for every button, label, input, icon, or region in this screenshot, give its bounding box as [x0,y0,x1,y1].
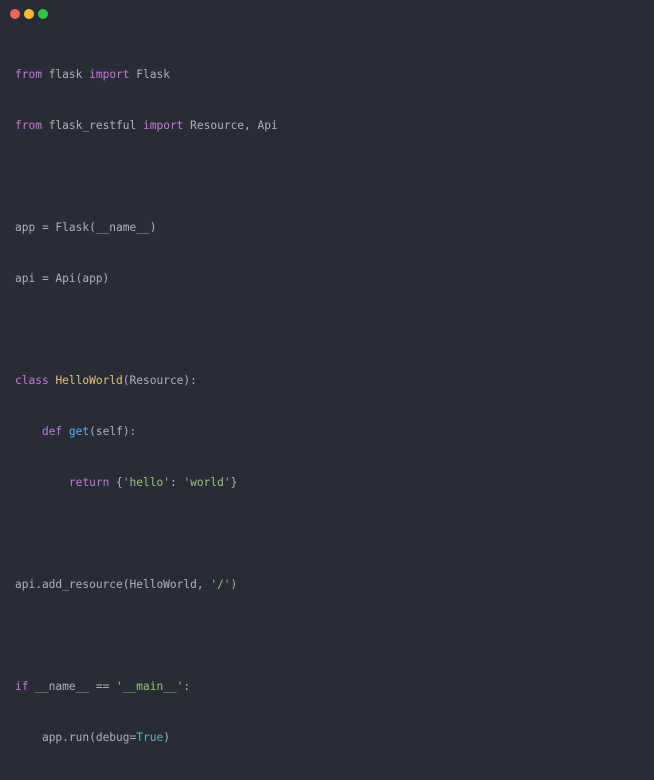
code-text: ) [230,578,238,591]
code-text: api = Api(app) [15,272,110,285]
keyword: return [68,476,110,489]
code-line: def get(self): [15,423,278,448]
code-text: ) [163,731,170,744]
code-line: app.run(debug=True) [15,729,278,754]
code-text: { [109,476,123,489]
keyword: import [143,119,184,132]
code-text: } [230,476,238,489]
code-window: from flask import Flask from flask_restf… [0,0,654,744]
code-text: api.add_resource(HelloWorld, [15,578,211,591]
code-text: : [183,680,191,693]
keyword: from [15,68,42,81]
string-literal: 'world' [183,476,231,489]
string-literal: '/' [210,578,231,591]
keyword: from [15,119,42,132]
code-line: return {'hello': 'world'} [15,474,278,499]
module-name: flask [41,68,90,81]
string-literal: '__main__' [116,680,184,693]
keyword: if [15,680,29,693]
code-text: app = Flask(__name__) [15,221,157,234]
maximize-window-button[interactable] [38,9,48,19]
boolean-literal: True [136,731,164,744]
keyword: import [89,68,130,81]
close-window-button[interactable] [10,9,20,19]
code-text: app.run(debug= [41,731,137,744]
code-text: : [169,476,184,489]
code-line: if __name__ == '__main__': [15,678,278,703]
function-name: get [68,425,90,438]
minimize-window-button[interactable] [24,9,34,19]
import-name: Resource, Api [183,119,278,132]
string-literal: 'hello' [122,476,170,489]
keyword: def [41,425,63,438]
code-line: app = Flask(__name__) [15,219,278,244]
code-line: api.add_resource(HelloWorld, '/') [15,576,278,601]
code-line: from flask_restful import Resource, Api [15,117,278,142]
code-line: class HelloWorld(Resource): [15,372,278,397]
code-text: __name__ == [28,680,117,693]
code-line: from flask import Flask [15,66,278,91]
window-controls [10,9,48,19]
class-name: HelloWorld [55,374,123,387]
code-block: from flask import Flask from flask_restf… [15,40,278,780]
code-text: (self): [89,425,137,438]
module-name: flask_restful [41,119,143,132]
code-text: (Resource): [122,374,197,387]
import-name: Flask [129,68,170,81]
code-line: api = Api(app) [15,270,278,295]
keyword: class [15,374,49,387]
